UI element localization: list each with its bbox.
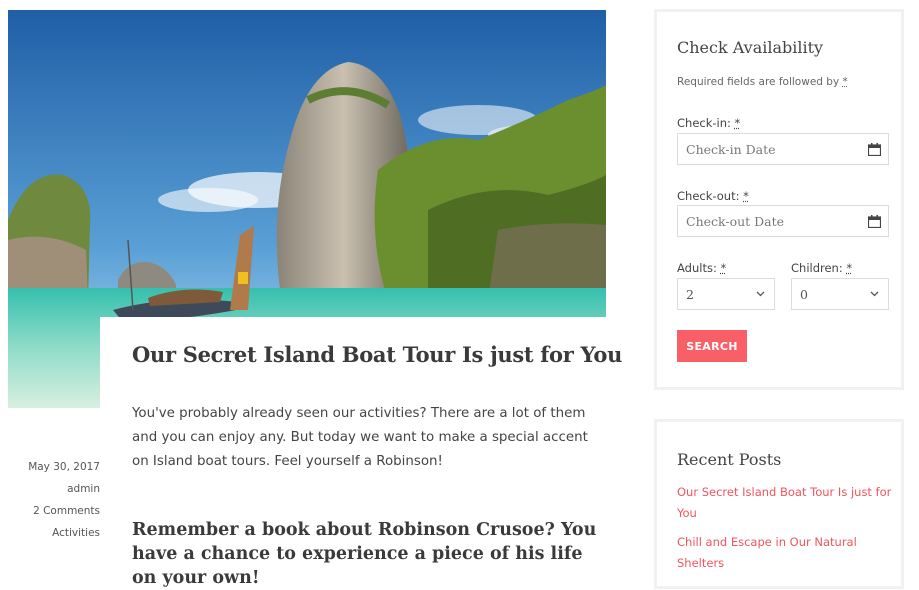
adults-select[interactable]: 2	[677, 278, 775, 310]
post-category[interactable]: Activities	[28, 522, 100, 544]
checkout-label: Check-out: *	[677, 189, 749, 203]
adults-label: Adults: *	[677, 261, 726, 275]
checkin-label-text: Check-in:	[677, 116, 731, 130]
chevron-down-icon	[746, 291, 774, 297]
recent-posts-widget: Recent Posts Our Secret Island Boat Tour…	[654, 419, 904, 589]
post-subheading: Remember a book about Robinson Crusoe? Y…	[132, 520, 597, 588]
calendar-icon[interactable]	[860, 214, 888, 228]
post-excerpt: You've probably already seen our activit…	[132, 406, 588, 469]
required-mark: *	[842, 76, 848, 88]
widget-title: Recent Posts	[677, 450, 782, 469]
calendar-icon[interactable]	[860, 142, 888, 156]
post-comments-link[interactable]: 2 Comments	[28, 500, 100, 522]
adults-label-text: Adults:	[677, 261, 717, 275]
required-note-text: Required fields are followed by	[677, 76, 840, 88]
required-note: Required fields are followed by *	[677, 76, 848, 88]
recent-post-link[interactable]: Our Secret Island Boat Tour Is just for …	[677, 482, 892, 524]
post-title[interactable]: Our Secret Island Boat Tour Is just for …	[132, 342, 622, 367]
required-mark: *	[743, 189, 749, 203]
checkout-date-input[interactable]: Check-out Date	[677, 205, 889, 237]
post-date[interactable]: May 30, 2017	[28, 456, 100, 478]
checkin-label: Check-in: *	[677, 116, 740, 130]
adults-value: 2	[686, 286, 694, 302]
check-availability-widget: Check Availability Required fields are f…	[654, 9, 904, 390]
checkout-label-text: Check-out:	[677, 189, 740, 203]
widget-title: Check Availability	[677, 38, 824, 57]
required-mark: *	[846, 261, 853, 275]
children-value: 0	[800, 286, 808, 302]
post-meta: May 30, 2017 admin 2 Comments Activities	[28, 456, 100, 544]
checkout-placeholder: Check-out Date	[686, 213, 785, 229]
required-mark: *	[734, 116, 741, 130]
checkin-date-input[interactable]: Check-in Date	[677, 133, 889, 165]
checkin-placeholder: Check-in Date	[686, 141, 776, 157]
post-author[interactable]: admin	[28, 478, 100, 500]
recent-post-link[interactable]: Chill and Escape in Our Natural Shelters	[677, 532, 892, 574]
children-label-text: Children:	[791, 261, 843, 275]
search-button[interactable]: SEARCH	[677, 330, 747, 362]
chevron-down-icon	[860, 291, 888, 297]
recent-posts-list: Our Secret Island Boat Tour Is just for …	[677, 482, 892, 582]
children-select[interactable]: 0	[791, 278, 889, 310]
required-mark: *	[720, 261, 727, 275]
children-label: Children: *	[791, 261, 852, 275]
